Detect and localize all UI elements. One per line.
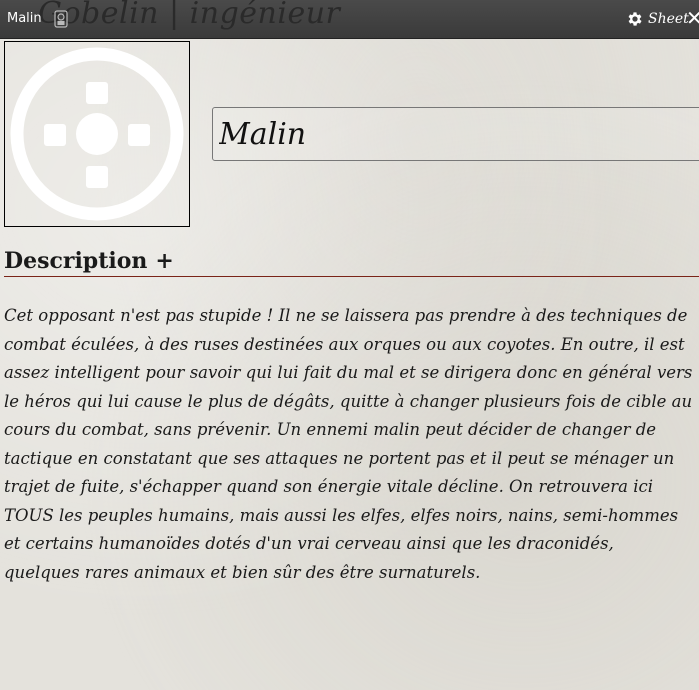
token-icon <box>54 10 68 28</box>
placeholder-portrait-icon <box>10 47 184 221</box>
gear-icon <box>628 12 642 26</box>
window-titlebar[interactable]: Gobelin | ingénieur Malin Sheet ✕ <box>0 0 699 39</box>
sheet-button[interactable]: Sheet <box>626 9 689 29</box>
description-header: Description + <box>4 245 699 277</box>
portrait-image[interactable] <box>4 41 190 227</box>
close-button[interactable]: ✕ <box>686 6 699 30</box>
background-sheet-title: Gobelin | ingénieur <box>38 0 341 31</box>
description-text: Cet opposant n'est pas stupide ! Il ne s… <box>4 306 693 582</box>
name-field[interactable] <box>212 107 699 161</box>
sheet-label: Sheet <box>648 11 689 27</box>
description-title: Description <box>4 247 148 274</box>
window-title: Malin <box>7 11 42 26</box>
description-toggle-button[interactable]: + <box>155 248 173 274</box>
